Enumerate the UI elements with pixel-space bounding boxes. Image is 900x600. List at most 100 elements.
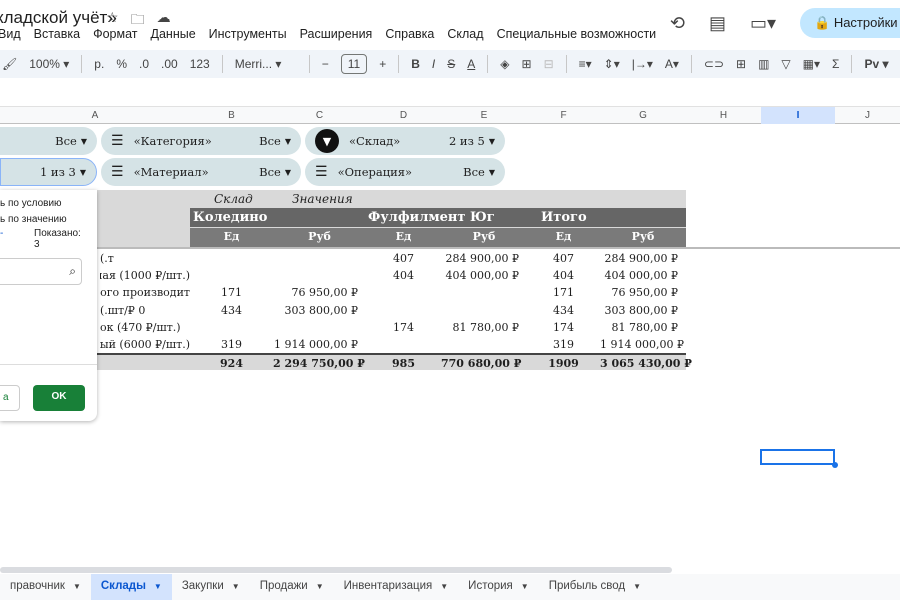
font-select[interactable]: Merri... ▾ — [235, 57, 297, 71]
bold-icon[interactable]: B — [411, 57, 420, 71]
cell[interactable]: 404 000,00 ₽ — [600, 269, 678, 282]
comment-icon[interactable]: ▤ — [709, 13, 726, 34]
filter-views-icon[interactable]: ▦▾ — [803, 57, 820, 71]
cell[interactable]: 81 780,00 ₽ — [441, 321, 519, 334]
sheet-tab[interactable]: Прибыль свод ▼ — [539, 574, 651, 600]
column-header-D[interactable]: D — [366, 110, 441, 121]
column-header-E[interactable]: E — [441, 110, 527, 121]
selected-cell[interactable] — [760, 449, 835, 465]
chevron-down-icon[interactable]: ▼ — [521, 582, 529, 591]
menu-item[interactable]: Инструменты — [209, 27, 287, 41]
chevron-down-icon[interactable]: ▼ — [154, 582, 162, 591]
chevron-down-icon[interactable]: ▼ — [633, 582, 641, 591]
cell[interactable]: 174 — [527, 321, 600, 334]
filter-icon[interactable]: ▽ — [781, 57, 790, 71]
zoom-select[interactable]: 100% ▾ — [29, 57, 69, 71]
merge-icon[interactable]: ⊟ — [544, 57, 554, 71]
column-header-A[interactable]: A — [0, 110, 190, 121]
percent-button[interactable]: % — [116, 57, 127, 71]
cell[interactable]: 434 — [190, 304, 273, 317]
filter-chip[interactable]: ▼ «Склад» 2 из 5 ▼ — [305, 127, 505, 155]
cell[interactable]: 284 900,00 ₽ — [441, 252, 519, 265]
cell[interactable]: 770 680,00 ₽ — [441, 357, 521, 370]
cell[interactable]: 303 800,00 ₽ — [273, 304, 358, 317]
chart-icon[interactable]: ▥ — [758, 57, 769, 71]
doc-title[interactable]: кладской учёт» — [0, 8, 117, 28]
history-icon[interactable]: ⟲ — [670, 13, 685, 34]
cancel-button[interactable]: а — [0, 385, 20, 411]
cell[interactable]: 1 914 000,00 ₽ — [600, 338, 684, 351]
cell[interactable]: 171 — [190, 286, 273, 299]
cell[interactable]: 171 — [527, 286, 600, 299]
font-size-input[interactable]: 11 — [340, 54, 368, 74]
search-input[interactable]: ⌕ — [0, 258, 82, 285]
column-header-J[interactable]: J — [835, 110, 900, 121]
chevron-down-icon[interactable]: ▼ — [232, 582, 240, 591]
cell[interactable]: 284 900,00 ₽ — [600, 252, 678, 265]
menu-item[interactable]: Вставка — [34, 27, 80, 41]
filter-chip[interactable]: 1 из 3 ▼ — [0, 158, 97, 186]
cell[interactable]: 319 — [527, 338, 600, 351]
filter-chip[interactable]: Все ▼ — [0, 127, 97, 155]
menu-item[interactable]: Справка — [385, 27, 434, 41]
column-header-G[interactable]: G — [600, 110, 686, 121]
italic-icon[interactable]: I — [432, 57, 435, 71]
cell[interactable]: 404 000,00 ₽ — [441, 269, 519, 282]
increase-decimal-button[interactable]: .00 — [161, 57, 178, 71]
chevron-down-icon[interactable]: ▼ — [73, 582, 81, 591]
fill-handle[interactable] — [832, 462, 838, 468]
cell[interactable]: 407 — [527, 252, 600, 265]
cell[interactable]: 319 — [190, 338, 273, 351]
cell[interactable]: 2 294 750,00 ₽ — [273, 357, 365, 370]
menu-item[interactable]: Вид — [0, 27, 21, 41]
align-icon[interactable]: ≡▾ — [579, 57, 592, 71]
fill-color-icon[interactable]: ◈ — [500, 57, 509, 71]
decrease-decimal-button[interactable]: .0 — [139, 57, 149, 71]
filter-chip[interactable]: ☰ «Операция» Все ▼ — [305, 158, 505, 186]
valign-icon[interactable]: ⇕▾ — [604, 57, 620, 71]
meet-icon[interactable]: ▭▾ — [750, 13, 776, 34]
menu-item[interactable]: Расширения — [300, 27, 373, 41]
currency-button[interactable]: р. — [94, 57, 104, 71]
column-header-I[interactable]: I — [761, 107, 835, 124]
sheet-tab[interactable]: Продажи ▼ — [250, 574, 334, 600]
font-size-increase[interactable]: + — [379, 57, 386, 71]
cell[interactable]: 1909 — [527, 357, 600, 370]
link-icon[interactable]: ⊂⊃ — [704, 57, 724, 71]
script-button[interactable]: Рv ▾ — [864, 57, 888, 71]
sheet-tab[interactable]: правочник ▼ — [0, 574, 91, 600]
cell[interactable]: 81 780,00 ₽ — [600, 321, 678, 334]
cell[interactable]: 3 065 430,00 ₽ — [600, 357, 692, 370]
cell[interactable]: 1 914 000,00 ₽ — [273, 338, 358, 351]
menu-item[interactable]: Склад — [447, 27, 483, 41]
chevron-down-icon[interactable]: ▼ — [316, 582, 324, 591]
menu-item[interactable]: Данные — [151, 27, 196, 41]
cell[interactable]: 404 — [366, 269, 441, 282]
menu-item[interactable]: Формат — [93, 27, 137, 41]
cell[interactable]: 303 800,00 ₽ — [600, 304, 678, 317]
cell[interactable]: 76 950,00 ₽ — [600, 286, 678, 299]
strikethrough-icon[interactable]: S — [447, 57, 455, 71]
paint-format-icon[interactable]: 🖌 — [2, 57, 17, 71]
filter-by-condition[interactable]: ь по условию — [0, 198, 62, 209]
cell[interactable]: 407 — [366, 252, 441, 265]
column-header-H[interactable]: H — [686, 110, 761, 121]
cell[interactable]: 76 950,00 ₽ — [273, 286, 358, 299]
column-header-F[interactable]: F — [527, 110, 600, 121]
select-all-link[interactable]: - — [0, 228, 3, 239]
sheet-tab[interactable]: Склады ▼ — [90, 574, 172, 600]
chevron-down-icon[interactable]: ▼ — [440, 582, 448, 591]
rotate-icon[interactable]: A▾ — [665, 57, 679, 71]
borders-icon[interactable]: ⊞ — [522, 57, 532, 71]
functions-icon[interactable]: Σ — [832, 57, 839, 71]
cell[interactable]: 985 — [366, 357, 441, 370]
column-header-C[interactable]: C — [273, 110, 366, 121]
cell[interactable]: 174 — [366, 321, 441, 334]
cell[interactable]: 434 — [527, 304, 600, 317]
horizontal-scrollbar[interactable] — [0, 567, 672, 573]
sheet-tab[interactable]: История ▼ — [458, 574, 539, 600]
sheet-tab[interactable]: Закупки ▼ — [172, 574, 250, 600]
cell[interactable]: 924 — [190, 357, 273, 370]
menu-item[interactable]: Специальные возможности — [497, 27, 657, 41]
ok-button[interactable]: OK — [33, 385, 85, 411]
